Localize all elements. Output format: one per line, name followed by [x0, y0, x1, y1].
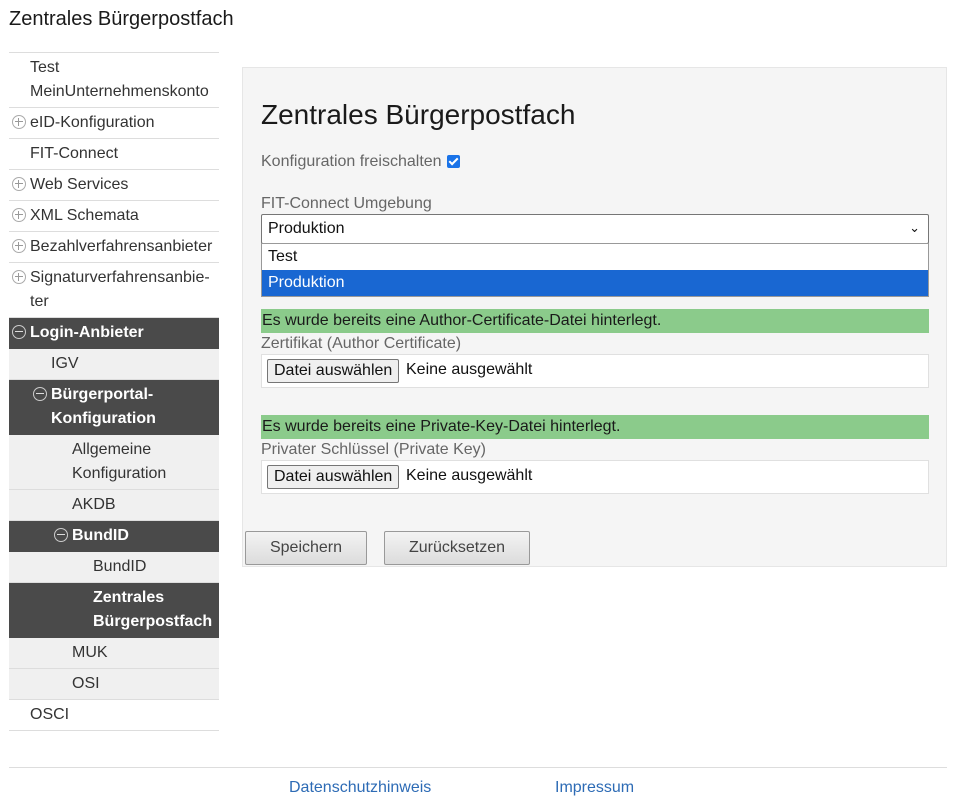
author-cert-label: Zertifikat (Author Certificate) [261, 335, 462, 352]
collapse-icon[interactable] [54, 528, 68, 542]
sidebar-item-label: Allgemeine Konfiguration [72, 441, 167, 482]
choose-file-button[interactable]: Datei auswählen [267, 359, 400, 383]
enable-config-checkbox[interactable] [447, 155, 460, 168]
sidebar-item-label: XML Schemata [30, 207, 139, 224]
sidebar-item-fit-connect[interactable]: FIT-Connect [9, 139, 219, 170]
config-panel: Zentrales Bürgerpostfach Konfiguration f… [242, 67, 947, 567]
sidebar-item-signaturverfahrensanbieter[interactable]: Signaturverfahrensanbie­ter [9, 263, 219, 318]
author-cert-notice: Es wurde bereits eine Author-Certificate… [261, 309, 929, 333]
sidebar-item-zentrales-buergerpostfach[interactable]: Zentrales Bürgerpostfach [9, 583, 219, 638]
author-cert-file-input: Datei auswählen Keine ausgewählt [261, 354, 929, 388]
sidebar-item-label: Zentrales Bürgerpostfach [93, 589, 213, 630]
sidebar-item-label: Bürgerportal-Konfiguration [51, 386, 156, 427]
sidebar-item-label: OSCI [30, 706, 70, 723]
sidebar-item-label: BundID [93, 558, 147, 575]
sidebar-item-login-anbieter[interactable]: Login-Anbieter [9, 318, 219, 349]
enable-config-label: Konfiguration freischalten [261, 153, 442, 170]
fit-connect-env-label: FIT-Connect Umgebung [261, 195, 432, 212]
sidebar-item-label: AKDB [72, 496, 116, 513]
app-title: Zentrales Bürgerpostfach [9, 8, 234, 30]
option-test[interactable]: Test [262, 244, 928, 270]
reset-button[interactable]: Zurücksetzen [384, 531, 530, 565]
select-value: Produktion [268, 220, 345, 237]
sidebar-item-label: MUK [72, 644, 108, 661]
fit-connect-env-select[interactable]: Produktion ⌄ [261, 214, 929, 244]
imprint-link[interactable]: Impressum [555, 779, 634, 797]
sidebar-item-buergerportal-konfiguration[interactable]: Bürgerportal-Konfiguration [9, 380, 219, 435]
sidebar-nav: Test MeinUnternehmenskonto eID-Konfigura… [9, 52, 219, 731]
sidebar-item-muk[interactable]: MUK [9, 638, 219, 669]
sidebar-item-label: eID-Konfiguration [30, 114, 155, 131]
expand-icon[interactable] [12, 177, 26, 191]
no-file-text: Keine ausgewählt [406, 467, 533, 484]
sidebar-item-label: FIT-Connect [30, 145, 119, 162]
save-button[interactable]: Speichern [245, 531, 367, 565]
option-produktion[interactable]: Produktion [262, 270, 928, 296]
collapse-icon[interactable] [33, 387, 47, 401]
no-file-text: Keine ausgewählt [406, 361, 533, 378]
chevron-down-icon: ⌄ [909, 220, 920, 235]
sidebar-item-xml-schemata[interactable]: XML Schemata [9, 201, 219, 232]
sidebar-item-label: OSI [72, 675, 100, 692]
sidebar-item-igv[interactable]: IGV [9, 349, 219, 380]
choose-file-button[interactable]: Datei auswählen [267, 465, 400, 489]
sidebar-item-osci[interactable]: OSCI [9, 700, 219, 731]
sidebar-item-web-services[interactable]: Web Services [9, 170, 219, 201]
sidebar-item-label: Test MeinUnternehmenskonto [30, 59, 209, 100]
sidebar-item-bundid-group[interactable]: BundID [9, 521, 219, 552]
sidebar-item-bezahlverfahrensanbieter[interactable]: Bezahlverfahrensanbieter [9, 232, 219, 263]
sidebar-item-label: Login-Anbieter [30, 324, 144, 341]
expand-icon[interactable] [12, 208, 26, 222]
sidebar-item-test-meinunternehmenskonto[interactable]: Test MeinUnternehmenskonto [9, 53, 219, 108]
sidebar-item-label: BundID [72, 527, 129, 544]
collapse-icon[interactable] [12, 325, 26, 339]
sidebar-item-label: Web Services [30, 176, 129, 193]
sidebar-item-eid-konfiguration[interactable]: eID-Konfiguration [9, 108, 219, 139]
privacy-link[interactable]: Datenschutzhinweis [289, 779, 431, 797]
private-key-label: Privater Schlüssel (Private Key) [261, 441, 486, 458]
env-dropdown-list: Test Produktion [261, 243, 929, 297]
sidebar-item-label: Bezahlverfahrensanbieter [30, 238, 213, 255]
page-title: Zentrales Bürgerpostfach [261, 99, 576, 130]
sidebar-item-akdb[interactable]: AKDB [9, 490, 219, 521]
footer-divider [9, 767, 947, 768]
sidebar-item-label: Signaturverfahrensanbie­ter [30, 269, 210, 310]
private-key-notice: Es wurde bereits eine Private-Key-Datei … [261, 415, 929, 439]
private-key-file-input: Datei auswählen Keine ausgewählt [261, 460, 929, 494]
sidebar-item-allgemeine-konfiguration[interactable]: Allgemeine Konfiguration [9, 435, 219, 490]
sidebar-item-bundid[interactable]: BundID [9, 552, 219, 583]
expand-icon[interactable] [12, 115, 26, 129]
sidebar-item-label: IGV [51, 355, 79, 372]
expand-icon[interactable] [12, 239, 26, 253]
sidebar-item-osi[interactable]: OSI [9, 669, 219, 700]
expand-icon[interactable] [12, 270, 26, 284]
